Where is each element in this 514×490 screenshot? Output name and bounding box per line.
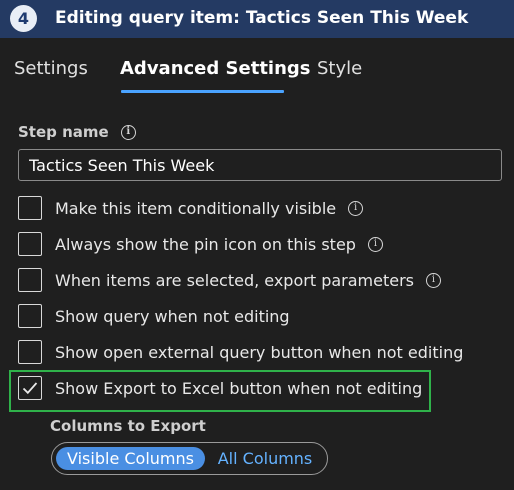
checkbox[interactable]	[18, 268, 42, 292]
dialog-title: Editing query item: Tactics Seen This We…	[55, 8, 469, 28]
columns-export-toggle: Visible Columns All Columns	[51, 442, 328, 475]
option-conditionally-visible[interactable]: Make this item conditionally visible i	[18, 195, 364, 221]
option-show-pin-icon[interactable]: Always show the pin icon on this step i	[18, 231, 383, 257]
step-name-label-row: Step name i	[18, 123, 136, 141]
option-export-parameters[interactable]: When items are selected, export paramete…	[18, 267, 441, 293]
info-icon[interactable]: i	[348, 200, 364, 216]
option-label: Make this item conditionally visible	[55, 198, 337, 218]
checkbox[interactable]	[18, 232, 42, 256]
checkbox[interactable]	[18, 340, 42, 364]
step-name-input[interactable]	[18, 149, 502, 181]
columns-to-export-label: Columns to Export	[50, 417, 206, 435]
option-label: When items are selected, export paramete…	[55, 270, 414, 290]
tab-style[interactable]: Style	[317, 58, 362, 79]
visible-columns-button[interactable]: Visible Columns	[56, 447, 205, 470]
option-label: Always show the pin icon on this step	[55, 234, 356, 254]
step-name-label: Step name	[18, 123, 109, 141]
tab-bar: Settings Advanced Settings Style	[0, 50, 514, 96]
option-label: Show query when not editing	[55, 306, 290, 326]
tab-advanced-settings[interactable]: Advanced Settings	[120, 58, 311, 79]
option-label: Show open external query button when not…	[55, 342, 464, 362]
option-show-external-query-button[interactable]: Show open external query button when not…	[18, 339, 463, 365]
all-columns-button[interactable]: All Columns	[210, 447, 320, 470]
checkbox[interactable]	[18, 304, 42, 328]
info-icon[interactable]: i	[367, 236, 383, 252]
tab-settings[interactable]: Settings	[14, 58, 88, 79]
checkmark-icon	[22, 382, 38, 395]
info-icon[interactable]: i	[426, 272, 441, 288]
step-number-badge: 4	[10, 5, 37, 32]
option-show-query[interactable]: Show query when not editing	[18, 303, 290, 329]
option-show-export-to-excel[interactable]: Show Export to Excel button when not edi…	[18, 375, 422, 401]
active-tab-indicator	[121, 90, 284, 93]
checkbox[interactable]	[18, 196, 42, 220]
checkbox-checked[interactable]	[18, 376, 42, 400]
option-label: Show Export to Excel button when not edi…	[55, 378, 423, 398]
title-bar: 4 Editing query item: Tactics Seen This …	[0, 0, 514, 38]
info-icon[interactable]: i	[120, 124, 136, 140]
